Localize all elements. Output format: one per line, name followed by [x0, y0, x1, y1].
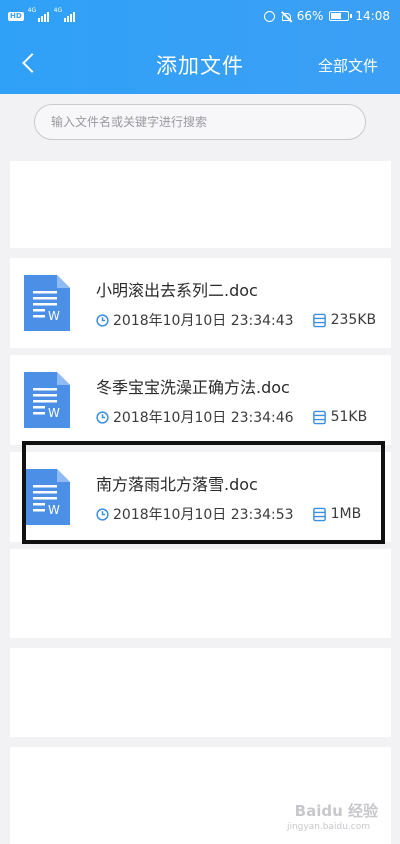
file-datetime: 2018年10月10日 23:34:46 [113, 410, 294, 426]
baidu-watermark: Baidu 经验 [294, 802, 378, 820]
mute-icon [281, 11, 291, 21]
watermark-url: jingyan.baidu.com [286, 822, 370, 832]
svg-text:W: W [48, 406, 60, 420]
network-label: 4G [27, 7, 37, 14]
empty-card [10, 161, 391, 248]
file-meta: 2018年10月10日 23:34:46 51KB [96, 407, 367, 427]
clock-icon [96, 410, 109, 424]
signal-icon: 4G [27, 7, 50, 22]
alarm-icon [263, 10, 275, 22]
battery-percent: 66% [296, 9, 324, 23]
file-name: 小明滚出去系列二.doc [96, 281, 258, 300]
clock-icon [96, 313, 109, 327]
app-screen: HD 4G 4G 66% 14:08 添加文件 全部文件 输入文件名或关键字进行… [0, 0, 400, 844]
hd-badge: HD [8, 11, 24, 21]
word-doc-icon: W [24, 372, 70, 428]
nav-bar: 添加文件 全部文件 [0, 36, 400, 94]
empty-card [10, 549, 391, 638]
clock-time: 14:08 [355, 9, 390, 23]
battery-icon [329, 11, 353, 21]
word-doc-icon: W [24, 275, 70, 331]
search-input[interactable] [34, 104, 366, 140]
svg-text:W: W [48, 309, 60, 323]
network-label: 4G [53, 7, 63, 14]
file-item[interactable]: W 冬季宝宝洗澡正确方法.doc 2018年10月10日 23:34:46 51… [10, 355, 391, 445]
storage-icon [312, 410, 326, 424]
header: HD 4G 4G 66% 14:08 添加文件 全部文件 [0, 0, 400, 94]
empty-card [10, 648, 391, 737]
file-size: 235KB [330, 312, 377, 328]
file-meta: 2018年10月10日 23:34:43 235KB [96, 310, 376, 330]
storage-icon [312, 313, 326, 327]
file-name: 冬季宝宝洗澡正确方法.doc [96, 378, 290, 397]
file-item[interactable]: W 小明滚出去系列二.doc 2018年10月10日 23:34:43 235K… [10, 258, 391, 348]
file-size: 51KB [330, 409, 368, 425]
highlight-box [22, 441, 385, 544]
search-area [0, 94, 400, 156]
status-bar: HD 4G 4G 66% 14:08 [0, 0, 400, 36]
all-files-button[interactable]: 全部文件 [318, 55, 378, 76]
file-datetime: 2018年10月10日 23:34:43 [113, 313, 294, 329]
status-left: HD 4G 4G [8, 7, 76, 22]
status-right: 66% 14:08 [263, 9, 390, 23]
signal-icon: 4G [53, 7, 76, 22]
